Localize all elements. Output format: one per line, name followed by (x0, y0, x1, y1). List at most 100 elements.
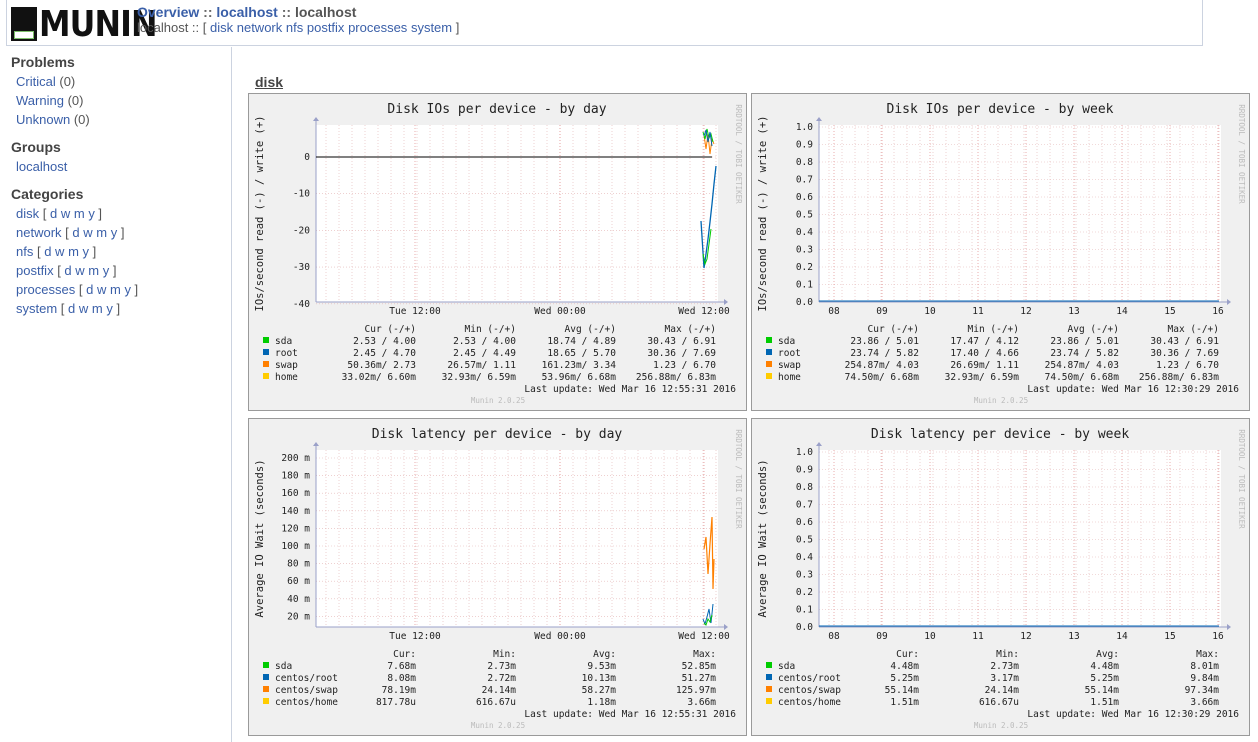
legend-value: 97.34m (1185, 685, 1220, 696)
problems-heading: Problems (11, 54, 75, 70)
y-tick-label: 20 m (287, 611, 310, 622)
munin-logo[interactable]: MUNIN (11, 4, 158, 45)
x-tick-label: Wed 00:00 (534, 306, 586, 317)
category-link-disk[interactable]: disk (16, 206, 39, 221)
bracket-close: ] (109, 263, 117, 278)
y-axis-label: Average IO Wait (seconds) (757, 459, 769, 617)
x-tick-label: 08 (828, 306, 840, 317)
category-link-nfs[interactable]: nfs (16, 244, 33, 259)
period-link-w[interactable]: w (97, 282, 106, 297)
legend-value: 3.66m (1190, 697, 1219, 708)
period-link-m[interactable]: m (74, 206, 85, 221)
crumb-overview[interactable]: Overview (137, 4, 199, 20)
subnav-link-disk[interactable]: disk (210, 20, 233, 35)
subnav-link-processes[interactable]: processes (348, 20, 407, 35)
y-tick-label: 140 m (281, 506, 310, 517)
period-link-d[interactable]: d (44, 244, 51, 259)
problem-warning-link[interactable]: Warning (16, 93, 64, 108)
category-link-postfix[interactable]: postfix (16, 263, 54, 278)
period-link-m[interactable]: m (68, 244, 79, 259)
legend-value: 9.53m (587, 661, 616, 672)
period-link-m[interactable]: m (110, 282, 121, 297)
period-link-w[interactable]: w (75, 263, 84, 278)
legend-value: 3.17m (990, 673, 1019, 684)
period-link-m[interactable]: m (92, 301, 103, 316)
y-tick-label: 200 m (281, 453, 310, 464)
legend-series-name: root (778, 348, 801, 359)
legend-value: 52.85m (682, 661, 717, 672)
legend-value: 2.72m (487, 673, 516, 684)
graph-diskstats-latency-day[interactable]: 200 m 180 m 160 m 140 m 120 m 100 m 80 m 60 m 40… (248, 418, 747, 736)
category-item-system: system [ d w m y ] (16, 301, 231, 316)
y-tick-label: 1.0 (796, 447, 813, 458)
group-localhost-link[interactable]: localhost (16, 159, 67, 174)
legend-value: 55.14m (1085, 685, 1120, 696)
graph-diskstats-iops-day[interactable]: 0 -10 -20 -30 -40 Tue 12:00 Wed 00:00 Wed 12:00… (248, 93, 747, 411)
legend-series-name: sda (778, 336, 795, 347)
period-link-w[interactable]: w (61, 206, 70, 221)
legend-series-name: sda (275, 336, 292, 347)
graph-diskstats-iops-week[interactable]: 1.0 0.9 0.8 0.7 0.6 0.5 0.4 0.3 0.2 0.1 0.0 08 09 10 1… (751, 93, 1250, 411)
subnav-link-postfix[interactable]: postfix (307, 20, 345, 35)
y-tick-label: 0.3 (796, 570, 813, 581)
problem-count: (0) (73, 112, 90, 127)
categories-heading: Categories (11, 186, 84, 202)
rrdtool-watermark: RRDTOOL / TOBI OETIKER (734, 429, 743, 529)
legend-value: 24.14m (985, 685, 1020, 696)
category-link-network[interactable]: network (16, 225, 62, 240)
bracket-open: [ (33, 244, 45, 259)
legend-swatch-centos-root (263, 674, 269, 680)
legend-value: 7.68m (387, 661, 416, 672)
period-link-d[interactable]: d (50, 206, 57, 221)
period-link-w[interactable]: w (55, 244, 64, 259)
bracket-open: [ (53, 263, 65, 278)
legend-value: 33.02m/ 6.60m (342, 372, 417, 383)
subnav-link-nfs[interactable]: nfs (286, 20, 303, 35)
y-tick-label: 0 (304, 152, 310, 163)
y-axis-arrow (816, 117, 822, 121)
period-link-w[interactable]: w (79, 301, 88, 316)
legend-series-name: centos/home (778, 697, 841, 708)
y-axis-arrow (313, 117, 319, 121)
period-link-w[interactable]: w (83, 225, 92, 240)
period-link-m[interactable]: m (88, 263, 99, 278)
x-tick-label: 11 (972, 306, 984, 317)
crumb-separator: :: (277, 4, 295, 20)
subnav-link-network[interactable]: network (237, 20, 283, 35)
problem-warning: Warning (0) (16, 93, 231, 108)
category-item-nfs: nfs [ d w m y ] (16, 244, 231, 259)
subnav-open: :: [ (188, 20, 210, 35)
legend-value: 1.51m (890, 697, 919, 708)
x-tick-label: 13 (1068, 631, 1079, 642)
graph-title: Disk latency per device - by day (372, 427, 623, 442)
period-link-d[interactable]: d (86, 282, 93, 297)
x-tick-label: 13 (1068, 306, 1079, 317)
legend-swatch-centos-swap (766, 686, 772, 692)
y-tick-label: 0.8 (796, 482, 813, 493)
period-link-d[interactable]: d (68, 301, 75, 316)
problem-unknown: Unknown (0) (16, 112, 231, 127)
legend-value: 58.27m (582, 685, 617, 696)
period-link-d[interactable]: d (64, 263, 71, 278)
graph-diskstats-latency-week[interactable]: 1.0 0.9 0.8 0.7 0.6 0.5 0.4 0.3 0.2 0.1 0.0 08 09 10 1… (751, 418, 1250, 736)
legend-value: 32.93m/ 6.59m (442, 372, 517, 383)
problem-unknown-link[interactable]: Unknown (16, 112, 70, 127)
legend-series-name: centos/root (275, 673, 338, 684)
bracket-open: [ (39, 206, 50, 221)
problem-critical-link[interactable]: Critical (16, 74, 56, 89)
x-axis-arrow (724, 624, 728, 630)
category-link-processes[interactable]: processes (16, 282, 75, 297)
legend-series-name: centos/swap (778, 685, 841, 696)
subnav-link-system[interactable]: system (411, 20, 452, 35)
y-tick-label: 0.6 (796, 192, 813, 203)
bracket-open: [ (57, 301, 69, 316)
groups-heading: Groups (11, 139, 61, 155)
legend-value: 17.40 / 4.66 (950, 348, 1019, 359)
category-link-system[interactable]: system (16, 301, 57, 316)
crumb-group[interactable]: localhost (216, 4, 277, 20)
y-tick-label: 0.9 (796, 140, 813, 151)
graph-title: Disk latency per device - by week (871, 427, 1129, 442)
period-link-m[interactable]: m (96, 225, 107, 240)
section-title-disk[interactable]: disk (255, 74, 283, 90)
period-link-d[interactable]: d (72, 225, 79, 240)
